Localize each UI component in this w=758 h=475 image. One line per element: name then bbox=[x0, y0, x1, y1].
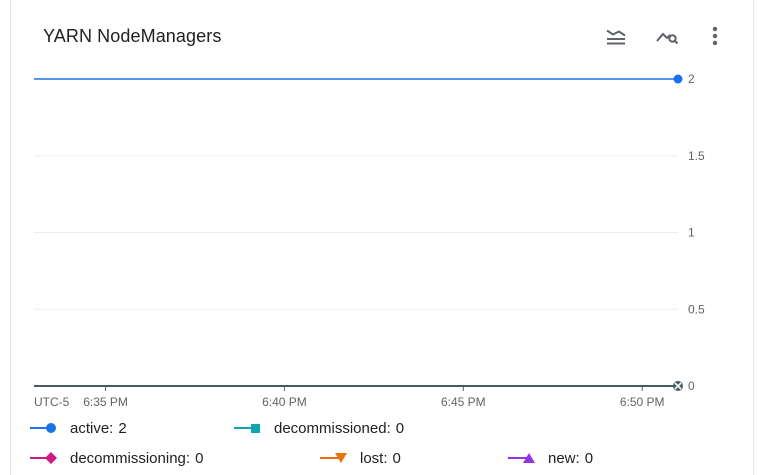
x-tick-label: 6:35 PM bbox=[83, 395, 128, 409]
legend-value: 0 bbox=[395, 419, 405, 437]
active-end-point bbox=[673, 74, 683, 84]
legend-item-new[interactable]: new: 0 bbox=[508, 447, 593, 469]
legend-item-decommissioned[interactable]: decommissioned: 0 bbox=[234, 417, 404, 439]
x-tick-label: 6:50 PM bbox=[620, 395, 665, 409]
legend-label: decommissioning: bbox=[70, 449, 191, 467]
legend-value: 0 bbox=[392, 449, 401, 467]
y-tick-label: 1 bbox=[688, 226, 695, 240]
legend-marker-icon bbox=[508, 453, 535, 463]
x-tick-label: 6:40 PM bbox=[262, 395, 307, 409]
line-chart: 2 1.5 1 0.5 0 UTC-5 6:35 PM 6:40 PM 6:45 PM 6:50 … bbox=[34, 72, 705, 409]
legend-marker-icon bbox=[320, 453, 347, 463]
legend-label: active: bbox=[70, 419, 114, 437]
legend-item-active[interactable]: active: 2 bbox=[30, 417, 127, 439]
legend-value: 0 bbox=[584, 449, 594, 467]
legend-marker-icon bbox=[30, 452, 57, 464]
legend-value: 2 bbox=[118, 419, 127, 437]
legend-label: lost: bbox=[360, 449, 388, 467]
legend-marker-icon bbox=[30, 423, 56, 433]
x-tick-label: 6:45 PM bbox=[441, 395, 486, 409]
legend-item-decommissioning[interactable]: decommissioning: 0 bbox=[30, 447, 203, 469]
legend-value: 0 bbox=[195, 449, 204, 467]
y-tick-label: 2 bbox=[688, 72, 695, 86]
y-tick-label: 1.5 bbox=[688, 149, 705, 163]
legend-item-lost[interactable]: lost: 0 bbox=[320, 447, 401, 469]
legend-label: decommissioned: bbox=[274, 419, 391, 437]
y-tick-label: 0 bbox=[688, 379, 695, 393]
timezone-label: UTC-5 bbox=[34, 395, 70, 409]
y-tick-label: 0.5 bbox=[688, 302, 705, 316]
legend-marker-icon bbox=[234, 424, 260, 433]
legend-label: new: bbox=[548, 449, 580, 467]
